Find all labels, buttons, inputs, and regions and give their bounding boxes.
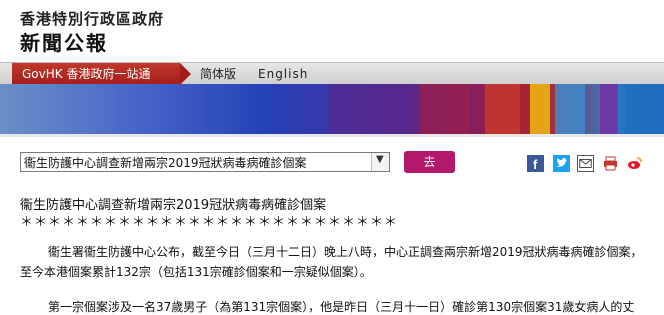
top-navigation: GovHK 香港政府一站通 简体版 English	[0, 62, 664, 85]
banner-divider	[0, 134, 664, 137]
paragraph-2-line-1: 第一宗個案涉及一名37歲男子（為第131宗個案），他是昨日（三月十一日）確診第1…	[48, 300, 635, 314]
govhk-link[interactable]: GovHK 香港政府一站通	[12, 63, 180, 85]
svg-text:f: f	[533, 157, 538, 172]
paragraph-1-line-1: 衞生署衞生防護中心公布，截至今日（三月十二日）晚上八時，中心正調查兩宗新增201…	[48, 245, 643, 259]
email-icon[interactable]	[577, 155, 594, 172]
weibo-icon[interactable]	[626, 155, 643, 172]
banner-graphic	[330, 84, 664, 134]
simplified-chinese-link[interactable]: 简体版	[200, 63, 236, 85]
print-icon[interactable]	[602, 155, 619, 172]
chevron-down-icon: ▼	[376, 154, 384, 165]
english-link[interactable]: English	[258, 63, 308, 85]
headline-divider: ＊＊＊＊＊＊＊＊＊＊＊＊＊＊＊＊＊＊＊＊＊＊＊＊＊＊＊	[20, 215, 399, 230]
paragraph-1-line-2: 至今本港個案累計132宗（包括131宗確診個案和一宗疑似個案）。	[20, 265, 372, 279]
press-release-select[interactable]: 衞生防護中心調查新增兩宗2019冠狀病毒病確診個案 ▼	[20, 152, 390, 172]
twitter-icon[interactable]	[553, 155, 570, 172]
dropdown-arrow[interactable]: ▼	[371, 153, 389, 171]
go-button[interactable]: 去	[404, 151, 455, 173]
select-value: 衞生防護中心調查新增兩宗2019冠狀病毒病確診個案	[24, 156, 307, 170]
banner-image	[0, 84, 664, 134]
government-title: 香港特別行政區政府	[20, 10, 165, 28]
page-header: 香港特別行政區政府 新聞公報	[0, 0, 664, 60]
facebook-icon[interactable]: f	[527, 155, 544, 172]
site-title[interactable]: 新聞公報	[20, 27, 108, 56]
govhk-arrow	[180, 63, 191, 85]
